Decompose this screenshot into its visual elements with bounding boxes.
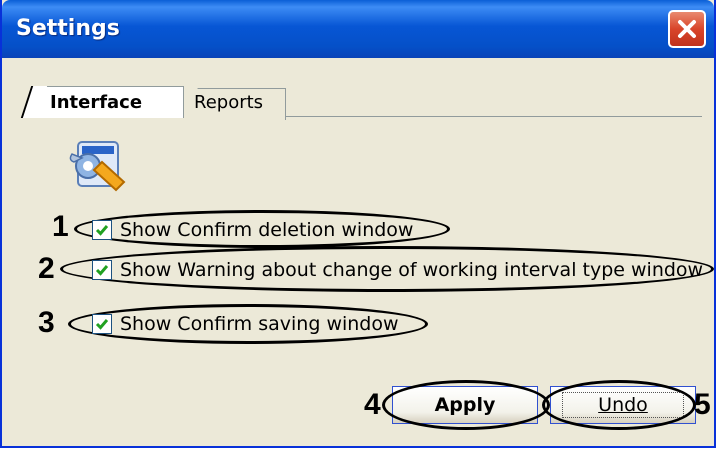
checkmark-icon — [95, 265, 109, 276]
close-icon — [678, 20, 696, 38]
checkmark-icon — [95, 319, 109, 330]
checkbox-warning-interval[interactable] — [92, 260, 112, 280]
option-label-confirm-saving[interactable]: Show Confirm saving window — [120, 313, 399, 335]
highlight-ellipse-5 — [542, 380, 696, 430]
callout-number-1: 1 — [52, 210, 69, 243]
callout-number-4: 4 — [364, 388, 381, 421]
tab-interface-label: Interface — [50, 92, 143, 113]
tab-reports-label: Reports — [194, 92, 264, 113]
checkbox-confirm-deletion[interactable] — [92, 220, 112, 240]
highlight-ellipse-4 — [382, 380, 550, 430]
callout-number-3: 3 — [38, 306, 55, 339]
close-button[interactable] — [668, 10, 706, 48]
window-title: Settings — [16, 16, 120, 41]
tab-reports[interactable]: Reports — [186, 88, 286, 120]
callout-number-5: 5 — [694, 388, 711, 421]
checkmark-icon — [95, 225, 109, 236]
option-label-warning-interval[interactable]: Show Warning about change of working int… — [120, 259, 703, 281]
settings-window: Settings Interface Reports 1 Show Confir… — [0, 0, 716, 448]
tab-interface[interactable]: Interface — [32, 86, 184, 118]
settings-tools-icon — [69, 141, 126, 192]
title-bar[interactable]: Settings — [2, 0, 714, 58]
callout-number-2: 2 — [38, 252, 55, 285]
checkbox-confirm-saving[interactable] — [92, 314, 112, 334]
option-label-confirm-deletion[interactable]: Show Confirm deletion window — [120, 219, 413, 241]
